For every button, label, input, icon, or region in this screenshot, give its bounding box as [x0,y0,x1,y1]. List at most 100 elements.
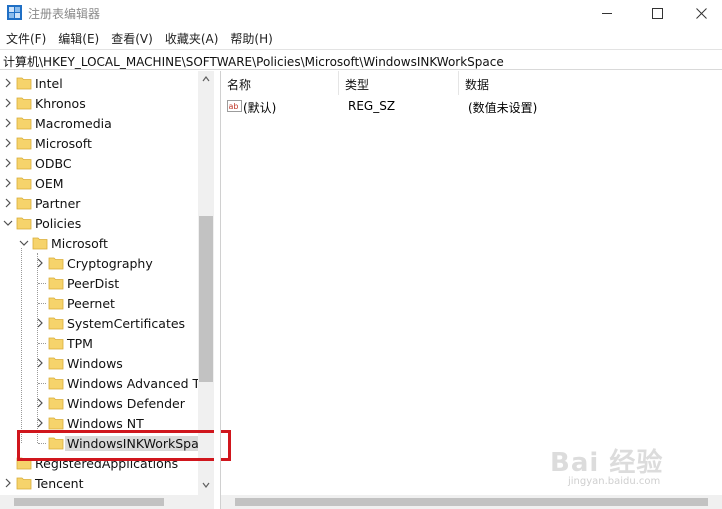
folder-icon [16,97,32,110]
folder-icon [16,197,32,210]
tree-item[interactable]: Tencent [0,473,198,493]
tree-item[interactable]: ODBC [0,153,198,173]
tree-item-label: Windows NT [67,416,144,431]
tree-item-label: Khronos [35,96,86,111]
folder-icon [48,337,64,350]
column-header-name[interactable]: 名称 [221,71,339,95]
value-name: (默认) [243,101,277,115]
chevron-right-icon[interactable] [3,158,13,168]
folder-icon [16,217,32,230]
minimize-button[interactable] [584,0,630,26]
chevron-right-icon[interactable] [35,398,45,408]
folder-icon [48,257,64,270]
folder-icon [48,377,64,390]
folder-icon [32,237,48,250]
maximize-button[interactable] [634,0,680,26]
column-header-type[interactable]: 类型 [339,71,459,95]
tree-item[interactable]: Cryptography [0,253,198,273]
watermark-logo-text: Bai 经验 [550,448,664,478]
menu-bar: 文件(F) 编辑(E) 查看(V) 收藏夹(A) 帮助(H) [0,26,722,48]
minimize-icon [602,13,612,14]
scroll-down-icon[interactable] [202,481,210,489]
chevron-right-icon[interactable] [35,418,45,428]
tree-guide-line [38,383,46,384]
close-icon [696,8,707,19]
window-title: 注册表编辑器 [28,7,101,21]
tree-item[interactable]: PeerDist [0,273,198,293]
menu-help[interactable]: 帮助(H) [224,26,278,48]
tree-item-label: SystemCertificates [67,316,186,331]
tree-item-label: Policies [35,216,82,231]
tree-item-label: Cryptography [67,256,153,271]
chevron-down-icon[interactable] [19,238,29,248]
chevron-right-icon[interactable] [3,198,13,208]
tree-item[interactable]: TPM [0,333,198,353]
tree-item-label: Windows [67,356,123,371]
chevron-right-icon[interactable] [35,318,45,328]
chevron-right-icon[interactable] [3,98,13,108]
folder-icon [48,397,64,410]
tree-item-label: Intel [35,76,63,91]
tree-item[interactable]: Microsoft [0,233,198,253]
folder-icon [16,117,32,130]
values-horizontal-scrollbar[interactable] [221,495,722,509]
string-value-icon: ab [227,100,242,112]
watermark-url: jingyan.baidu.com [568,476,661,487]
chevron-right-icon[interactable] [35,258,45,268]
values-hscroll-thumb[interactable] [235,498,708,506]
menu-edit[interactable]: 编辑(E) [52,26,105,48]
tree-item[interactable]: Khronos [0,93,198,113]
chevron-right-icon[interactable] [3,78,13,88]
tree-horizontal-scrollbar[interactable] [0,495,214,509]
column-header-data[interactable]: 数据 [459,71,722,95]
folder-icon [48,417,64,430]
value-row[interactable]: ab (默认) REG_SZ (数值未设置) [221,96,722,116]
tree-item[interactable]: Intel [0,73,198,93]
tree-item[interactable]: Macromedia [0,113,198,133]
folder-icon [48,317,64,330]
registry-editor-icon [7,5,22,20]
tree-hscroll-thumb[interactable] [14,498,164,506]
folder-icon [16,177,32,190]
menu-view[interactable]: 查看(V) [105,26,159,48]
tree-item-label: OEM [35,176,64,191]
chevron-right-icon[interactable] [3,138,13,148]
close-button[interactable] [678,0,722,26]
tree-item-label: Microsoft [35,136,92,151]
tree-item[interactable]: Policies [0,213,198,233]
chevron-right-icon[interactable] [3,478,13,488]
chevron-right-icon[interactable] [35,358,45,368]
tree-item[interactable]: Partner [0,193,198,213]
tree-item[interactable]: Windows Defender [0,393,198,413]
chevron-right-icon[interactable] [3,178,13,188]
scroll-up-icon[interactable] [202,75,210,83]
tree-item[interactable]: SystemCertificates [0,313,198,333]
tree-scroll-thumb[interactable] [199,216,213,382]
folder-icon [16,77,32,90]
maximize-icon [652,8,663,19]
tree-item[interactable]: Windows Advanced Th [0,373,208,393]
value-data: (数值未设置) [468,101,538,115]
tree-item[interactable]: Microsoft [0,133,198,153]
tree-guide-line [38,283,46,284]
highlight-annotation-box [17,430,231,461]
folder-icon [48,297,64,310]
tree-guide-line [38,343,46,344]
tree-item-label: Partner [35,196,81,211]
folder-icon [16,137,32,150]
folder-icon [48,277,64,290]
tree-item-label: Tencent [35,476,84,491]
menu-favorites[interactable]: 收藏夹(A) [159,26,225,48]
tree-item[interactable]: OEM [0,173,198,193]
tree-item-label: Windows Defender [67,396,185,411]
chevron-down-icon[interactable] [3,218,13,228]
folder-icon [48,357,64,370]
folder-icon [16,477,32,490]
tree-item-label: Microsoft [51,236,108,251]
tree-item[interactable]: Peernet [0,293,198,313]
menu-file[interactable]: 文件(F) [0,26,52,48]
tree-item[interactable]: Windows [0,353,198,373]
address-bar[interactable]: 计算机\HKEY_LOCAL_MACHINE\SOFTWARE\Policies… [0,49,722,70]
tree-item-label: TPM [67,336,93,351]
chevron-right-icon[interactable] [3,118,13,128]
